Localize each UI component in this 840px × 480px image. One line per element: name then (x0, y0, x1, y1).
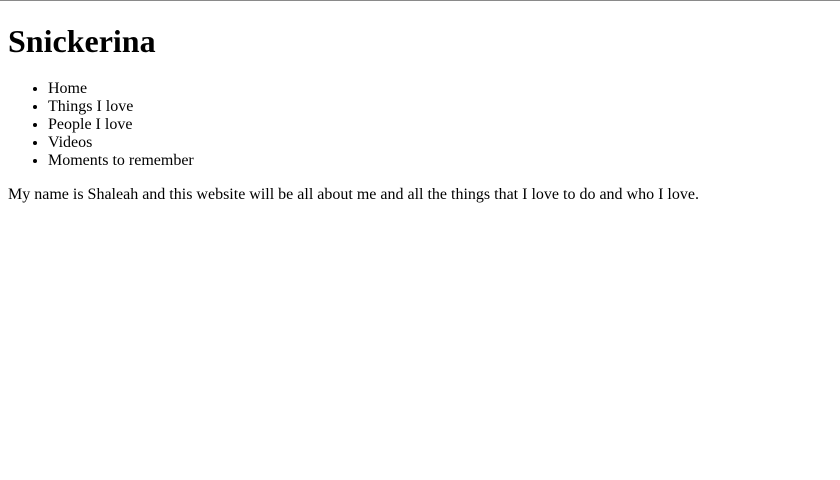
nav-link-videos[interactable]: Videos (48, 134, 92, 151)
nav-list: Home Things I love People I love Videos … (8, 80, 832, 170)
nav-link-moments-to-remember[interactable]: Moments to remember (48, 152, 194, 169)
nav-item-moments-to-remember: Moments to remember (48, 152, 832, 170)
nav-link-home[interactable]: Home (48, 80, 87, 97)
page-content: Snickerina Home Things I love People I l… (0, 21, 840, 204)
site-title: Snickerina (8, 23, 156, 59)
intro-paragraph: My name is Shaleah and this website will… (8, 186, 699, 203)
nav-item-things-i-love: Things I love (48, 98, 832, 116)
nav-link-things-i-love[interactable]: Things I love (48, 98, 133, 115)
nav-item-videos: Videos (48, 134, 832, 152)
nav-link-people-i-love[interactable]: People I love (48, 116, 132, 133)
nav-item-home: Home (48, 80, 832, 98)
nav-item-people-i-love: People I love (48, 116, 832, 134)
